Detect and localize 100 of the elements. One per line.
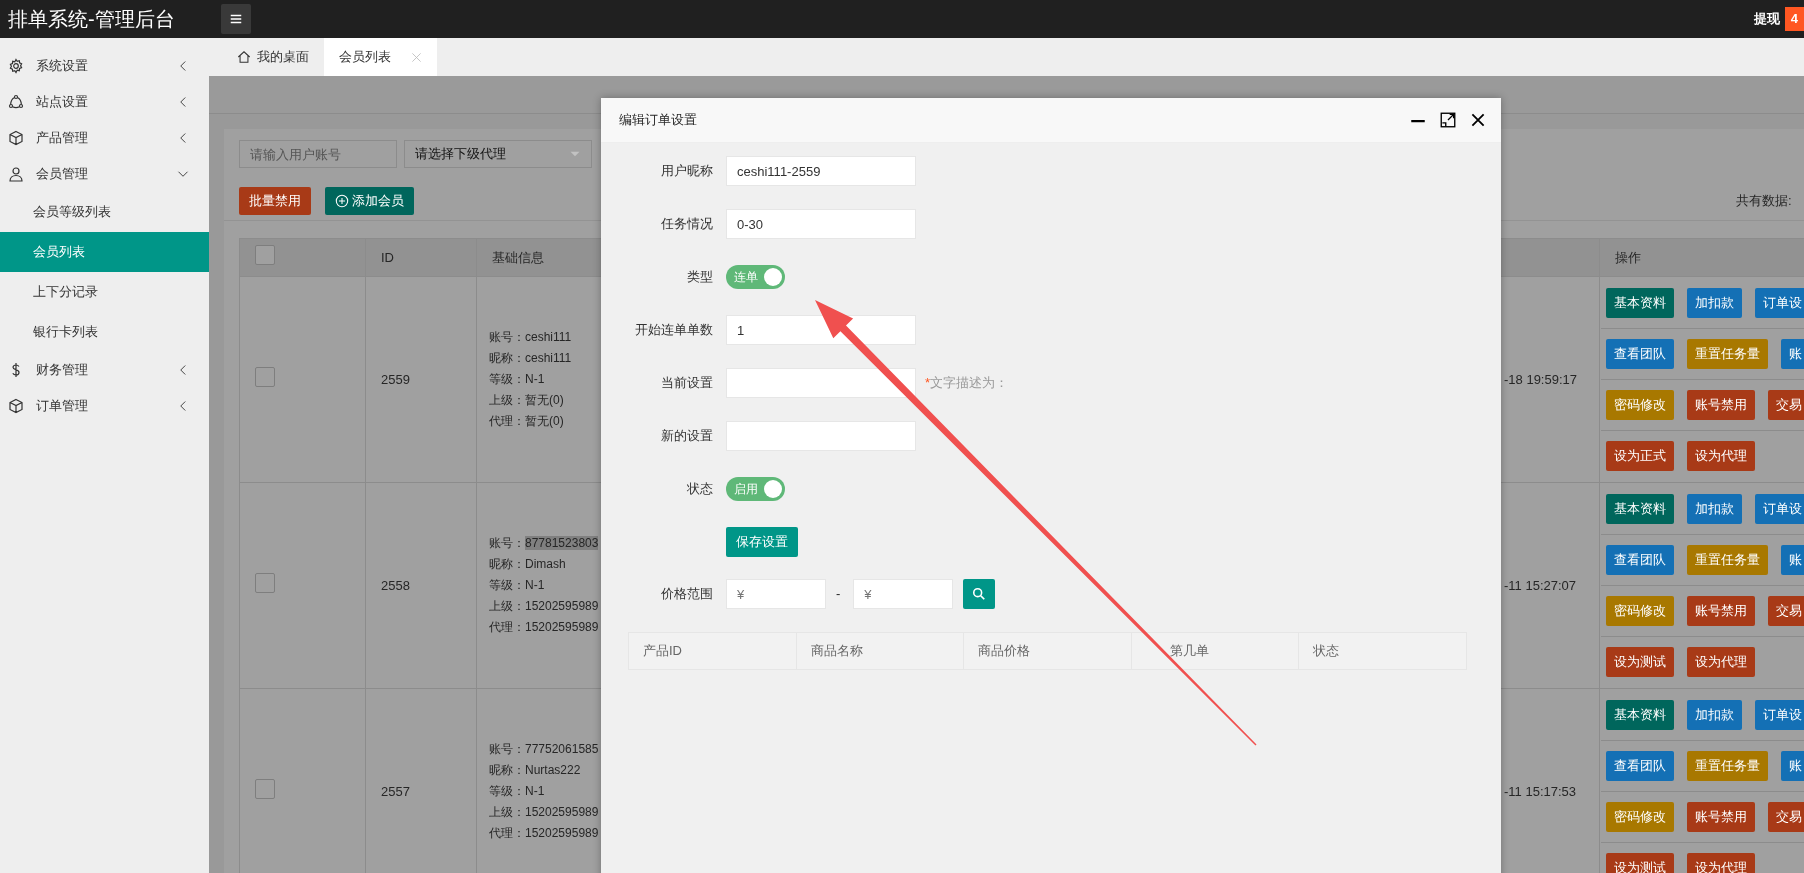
action-button[interactable]: 密码修改 xyxy=(1606,802,1674,832)
app-title: 排单系统-管理后台 xyxy=(7,7,176,32)
maximize-icon[interactable] xyxy=(1439,111,1457,129)
action-button[interactable]: 设为正式 xyxy=(1606,441,1674,471)
row-checkbox[interactable] xyxy=(255,778,275,799)
sidebar-item[interactable]: 站点设置 xyxy=(0,84,209,120)
close-icon[interactable] xyxy=(1469,111,1487,129)
column-header: 状态 xyxy=(1298,632,1467,670)
table-cell: -18 19:59:17 xyxy=(1504,371,1577,387)
table-cell: -11 15:17:53 xyxy=(1504,783,1577,799)
info-line: 账号：ceshi111 xyxy=(489,329,572,346)
hint-text: *文字描述为： xyxy=(925,374,1009,393)
sidebar-item[interactable]: 订单管理 xyxy=(0,388,209,424)
action-button[interactable]: 基本资料 xyxy=(1606,700,1674,730)
action-button[interactable]: 重置任务量 xyxy=(1687,751,1768,781)
count-badge: 4 xyxy=(1784,7,1804,31)
action-button[interactable]: 交易 xyxy=(1768,390,1804,420)
field-label: 状态 xyxy=(686,480,714,499)
sidebar-subitem[interactable]: 银行卡列表 xyxy=(0,312,209,352)
action-button[interactable]: 设为代理 xyxy=(1687,647,1755,677)
cube-icon xyxy=(8,130,24,146)
info-line: 昵称：Nurtas222 xyxy=(489,762,581,779)
input-field[interactable] xyxy=(726,421,916,451)
range-separator: - xyxy=(836,585,841,604)
field-label: 价格范围 xyxy=(660,585,714,604)
tab[interactable]: 会员列表 xyxy=(324,38,437,76)
info-line: 等级：N-1 xyxy=(489,577,545,594)
search-field[interactable]: 请输入用户账号 xyxy=(239,140,397,168)
add-member-button[interactable]: 添加会员 xyxy=(325,187,414,215)
sidebar-subitem[interactable]: 会员等级列表 xyxy=(0,192,209,232)
action-button[interactable]: 账号禁用 xyxy=(1687,802,1755,832)
action-button[interactable]: 密码修改 xyxy=(1606,596,1674,626)
network-icon xyxy=(8,94,24,110)
withdraw-link[interactable]: 提现 xyxy=(1753,9,1780,29)
action-button[interactable]: 交易 xyxy=(1768,596,1804,626)
info-line: 账号：87781523803 xyxy=(489,535,599,552)
action-button[interactable]: 订单设 xyxy=(1755,288,1804,318)
action-button[interactable]: 重置任务量 xyxy=(1687,339,1768,369)
info-line: 代理：15202595989 xyxy=(489,825,599,842)
column-header: ID xyxy=(365,238,477,277)
action-button[interactable]: 基本资料 xyxy=(1606,494,1674,524)
sidebar-item[interactable]: 系统设置 xyxy=(0,48,209,84)
info-line: 等级：N-1 xyxy=(489,783,545,800)
action-button[interactable]: 密码修改 xyxy=(1606,390,1674,420)
input-field[interactable]: 0-30 xyxy=(726,209,916,239)
max-price-field[interactable]: ¥ xyxy=(853,579,954,609)
row-checkbox[interactable] xyxy=(255,366,275,387)
input-field[interactable]: 1 xyxy=(726,315,916,345)
info-line: 上级：15202595989 xyxy=(489,598,599,615)
action-button[interactable]: 订单设 xyxy=(1755,494,1804,524)
action-button[interactable]: 账 xyxy=(1781,545,1804,575)
action-button[interactable]: 查看团队 xyxy=(1606,339,1674,369)
search-button[interactable] xyxy=(963,579,996,609)
sidebar-subitem[interactable]: 会员列表 xyxy=(0,232,209,272)
agent-select[interactable]: 请选择下级代理 xyxy=(404,140,592,168)
action-button[interactable]: 查看团队 xyxy=(1606,751,1674,781)
user-icon xyxy=(8,166,24,182)
dialog-title: 编辑订单设置 xyxy=(619,111,697,130)
select-all-checkbox[interactable] xyxy=(255,244,275,265)
action-button[interactable]: 基本资料 xyxy=(1606,288,1674,318)
input-field[interactable] xyxy=(726,368,916,398)
action-button[interactable]: 加扣款 xyxy=(1687,494,1742,524)
field-label: 开始连单单数 xyxy=(634,321,714,340)
home-icon xyxy=(237,50,251,64)
action-button[interactable]: 账 xyxy=(1781,339,1804,369)
action-button[interactable]: 设为测试 xyxy=(1606,647,1674,677)
info-line: 上级：15202595989 xyxy=(489,804,599,821)
column-header: 操作 xyxy=(1599,238,1804,277)
info-line: 等级：N-1 xyxy=(489,371,545,388)
action-button[interactable]: 加扣款 xyxy=(1687,288,1742,318)
action-button[interactable]: 加扣款 xyxy=(1687,700,1742,730)
field-label: 用户昵称 xyxy=(660,162,714,181)
sidebar-item[interactable]: 财务管理 xyxy=(0,352,209,388)
input-field[interactable]: ceshi111-2559 xyxy=(726,156,916,186)
field-label: 新的设置 xyxy=(660,427,714,446)
action-button[interactable]: 设为代理 xyxy=(1687,441,1755,471)
min-price-field[interactable]: ¥ xyxy=(726,579,826,609)
field-label: 任务情况 xyxy=(660,215,714,234)
column-header: 产品ID xyxy=(628,632,797,670)
gear-icon xyxy=(8,58,24,74)
action-button[interactable]: 重置任务量 xyxy=(1687,545,1768,575)
action-button[interactable]: 账 xyxy=(1781,751,1804,781)
table-cell: 2559 xyxy=(381,371,410,387)
save-button[interactable]: 保存设置 xyxy=(726,527,798,557)
menu-icon xyxy=(229,12,243,26)
action-button[interactable]: 交易 xyxy=(1768,802,1804,832)
action-button[interactable]: 账号禁用 xyxy=(1687,390,1755,420)
sidebar-item[interactable]: 会员管理 xyxy=(0,156,209,192)
action-button[interactable]: 账号禁用 xyxy=(1687,596,1755,626)
row-checkbox[interactable] xyxy=(255,572,275,593)
info-line: 账号：77752061585 xyxy=(489,741,599,758)
action-button[interactable]: 查看团队 xyxy=(1606,545,1674,575)
sidebar-item[interactable]: 产品管理 xyxy=(0,120,209,156)
sidebar-subitem[interactable]: 上下分记录 xyxy=(0,272,209,312)
action-button[interactable]: 订单设 xyxy=(1755,700,1804,730)
field-label: 当前设置 xyxy=(660,374,714,393)
menu-button[interactable] xyxy=(221,4,251,34)
info-line: 昵称：Dimash xyxy=(489,556,566,573)
tab[interactable]: 我的桌面 xyxy=(222,38,324,76)
batch-disable-button[interactable]: 批量禁用 xyxy=(239,187,311,215)
